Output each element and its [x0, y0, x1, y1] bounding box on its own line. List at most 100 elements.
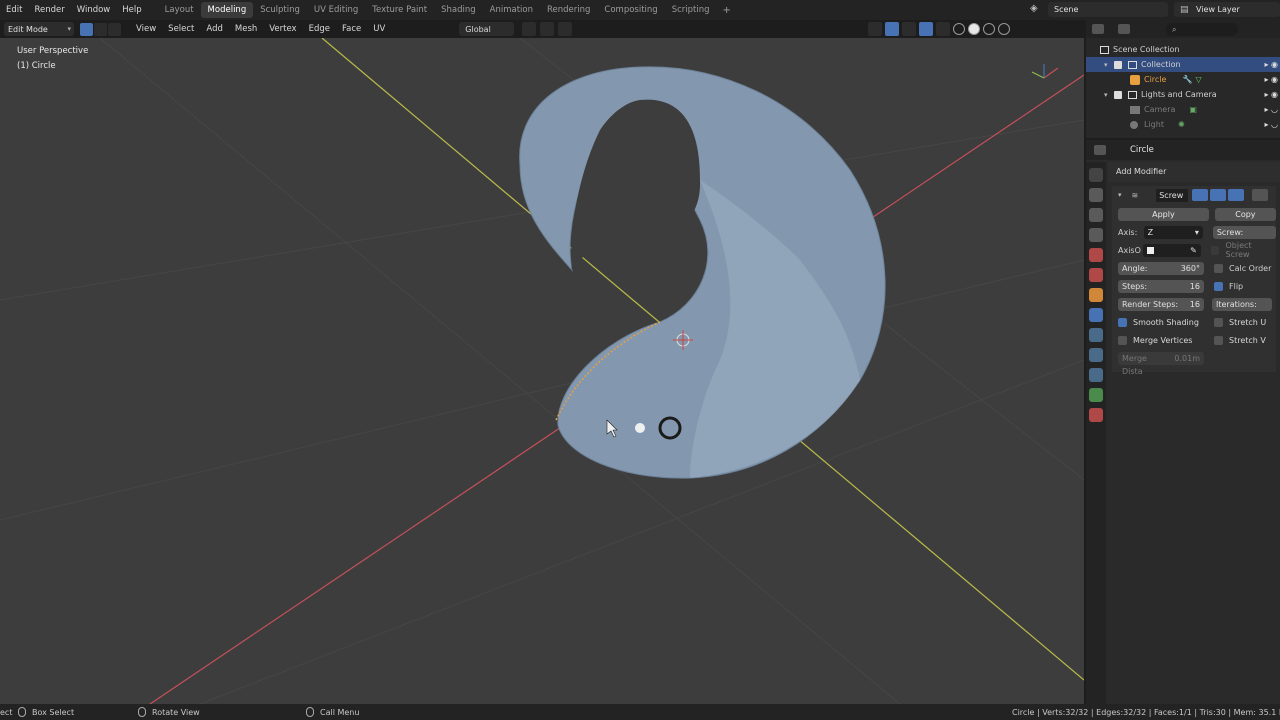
menu-vertex[interactable]: Vertex — [263, 24, 302, 34]
screw-offset-field[interactable]: Screw: — [1212, 225, 1276, 239]
collapse-arrow-icon[interactable]: ▾ — [1118, 191, 1122, 199]
tool-tab-icon[interactable] — [1089, 168, 1103, 182]
tab-rendering[interactable]: Rendering — [540, 2, 597, 18]
menu-help[interactable]: Help — [116, 5, 147, 15]
rendered-shading-icon[interactable] — [998, 23, 1010, 35]
apply-button[interactable]: Apply — [1118, 207, 1209, 221]
row-visibility-icons[interactable]: ▸ ◡ — [1264, 105, 1278, 114]
menu-mesh[interactable]: Mesh — [229, 24, 263, 34]
particles-tab-icon[interactable] — [1089, 328, 1103, 342]
vertex-select-button[interactable] — [80, 22, 93, 36]
menu-uv[interactable]: UV — [367, 24, 391, 34]
menu-edge[interactable]: Edge — [303, 24, 336, 34]
data-tab-icon[interactable] — [1089, 388, 1103, 402]
overlays-icon[interactable] — [902, 22, 916, 36]
axis-select[interactable]: Z ▾ — [1143, 225, 1203, 239]
menu-face[interactable]: Face — [336, 24, 367, 34]
modifier-tab-icon[interactable] — [1089, 308, 1103, 322]
outliner-row-camera[interactable]: Camera ▣ ▸ ◡ — [1086, 102, 1280, 117]
scene-selector[interactable]: Scene — [1048, 2, 1168, 17]
stretch-u-checkbox[interactable] — [1214, 317, 1223, 327]
viewport-toggle-icon[interactable] — [1210, 189, 1227, 201]
overlay-toggle-icon[interactable] — [919, 22, 933, 36]
row-visibility-icons[interactable]: ▸ ◡ — [1264, 120, 1278, 129]
copy-button[interactable]: Copy — [1214, 207, 1276, 221]
axis-object-field[interactable]: ✎ — [1142, 243, 1201, 257]
3d-viewport[interactable]: User Perspective (1) Circle — [0, 38, 1084, 704]
flip-checkbox[interactable] — [1214, 281, 1223, 291]
tab-compositing[interactable]: Compositing — [597, 2, 664, 18]
camera-data-icon[interactable]: ▣ — [1189, 105, 1197, 114]
render-tab-icon[interactable] — [1089, 188, 1103, 202]
outliner-search-input[interactable]: ⌕ — [1166, 22, 1238, 36]
menu-edit[interactable]: Edit — [0, 5, 28, 15]
outliner-row-light[interactable]: Light ✺ ▸ ◡ — [1086, 117, 1280, 132]
stretch-v-toggle[interactable]: Stretch V — [1214, 332, 1266, 348]
world-tab-icon[interactable] — [1089, 268, 1103, 282]
tab-texture-paint[interactable]: Texture Paint — [365, 2, 434, 18]
pivot-icon[interactable] — [522, 22, 537, 36]
row-visibility-icons[interactable]: ▸ ◉ — [1264, 60, 1278, 69]
tab-scripting[interactable]: Scripting — [665, 2, 717, 18]
expand-arrow-icon[interactable]: ▾ — [1104, 61, 1114, 69]
render-steps-field[interactable]: Render Steps: 16 — [1118, 297, 1204, 311]
menu-render[interactable]: Render — [28, 5, 70, 15]
steps-field[interactable]: Steps: 16 — [1118, 279, 1204, 293]
merge-distance-field[interactable]: Merge Dista 0.01m — [1118, 351, 1204, 376]
tab-uv-editing[interactable]: UV Editing — [307, 2, 365, 18]
add-modifier-button[interactable]: Add Modifier — [1108, 162, 1280, 182]
snap-icon[interactable] — [540, 22, 555, 36]
menu-view[interactable]: View — [130, 24, 162, 34]
mesh-data-icon[interactable]: ▽ — [1195, 75, 1201, 84]
smooth-shading-toggle[interactable]: Smooth Shading — [1118, 314, 1214, 330]
merge-vertices-checkbox[interactable] — [1118, 335, 1127, 345]
display-mode-icon[interactable] — [1118, 24, 1130, 34]
eyedropper-icon[interactable]: ✎ — [1190, 244, 1197, 257]
editor-type-icon[interactable] — [1092, 24, 1104, 34]
view-layer-tab-icon[interactable] — [1089, 228, 1103, 242]
tab-sculpting[interactable]: Sculpting — [253, 2, 307, 18]
edge-select-button[interactable] — [94, 22, 107, 36]
outliner-row-lights-and-camera[interactable]: ▾ Lights and Camera ▸ ◉ — [1086, 87, 1280, 102]
object-screw-checkbox[interactable] — [1210, 245, 1220, 255]
outliner-row-circle[interactable]: Circle 🔧 ▽ ▸ ◉ — [1086, 72, 1280, 87]
view-layer-selector[interactable]: ▤ View Layer — [1174, 2, 1280, 17]
solid-shading-icon[interactable] — [968, 23, 980, 35]
proportional-edit-icon[interactable] — [558, 22, 573, 36]
merge-vertices-toggle[interactable]: Merge Vertices — [1118, 332, 1214, 348]
scene-tab-icon[interactable] — [1089, 248, 1103, 262]
menu-window[interactable]: Window — [71, 5, 117, 15]
screw-mesh[interactable] — [519, 66, 886, 479]
tab-layout[interactable]: Layout — [158, 2, 201, 18]
stretch-v-checkbox[interactable] — [1214, 335, 1223, 345]
mode-select[interactable]: Edit Mode ▾ — [4, 22, 74, 36]
tab-shading[interactable]: Shading — [434, 2, 483, 18]
expand-arrow-icon[interactable]: ▾ — [1104, 91, 1114, 99]
tab-animation[interactable]: Animation — [483, 2, 540, 18]
wireframe-shading-icon[interactable] — [953, 23, 965, 35]
outliner-row-scene-collection[interactable]: Scene Collection — [1086, 42, 1280, 57]
output-tab-icon[interactable] — [1089, 208, 1103, 222]
wrench-icon[interactable]: 🔧 — [1182, 75, 1192, 84]
calc-order-checkbox[interactable] — [1214, 263, 1223, 273]
editor-type-icon[interactable] — [1094, 145, 1106, 155]
stretch-u-toggle[interactable]: Stretch U — [1214, 314, 1266, 330]
modifier-name-field[interactable]: Screw — [1156, 188, 1189, 202]
visibility-icon[interactable] — [868, 22, 882, 36]
gizmo-icon[interactable] — [885, 22, 899, 36]
menu-add[interactable]: Add — [200, 24, 228, 34]
physics-tab-icon[interactable] — [1089, 348, 1103, 362]
move-up-icon[interactable] — [1252, 189, 1269, 201]
row-visibility-icons[interactable]: ▸ ◉ — [1264, 90, 1278, 99]
smooth-shading-checkbox[interactable] — [1118, 317, 1127, 327]
angle-field[interactable]: Angle: 360° — [1118, 261, 1204, 275]
add-workspace-button[interactable]: + — [717, 5, 737, 16]
row-visibility-icons[interactable]: ▸ ◉ — [1264, 75, 1278, 84]
collection-checkbox[interactable] — [1114, 60, 1122, 69]
material-shading-icon[interactable] — [983, 23, 995, 35]
render-toggle-icon[interactable] — [1228, 189, 1245, 201]
edit-mode-toggle-icon[interactable] — [1192, 189, 1209, 201]
constraints-tab-icon[interactable] — [1089, 368, 1103, 382]
outliner-row-collection[interactable]: ▾ Collection ▸ ◉ — [1086, 57, 1280, 72]
tab-modeling[interactable]: Modeling — [200, 2, 254, 18]
